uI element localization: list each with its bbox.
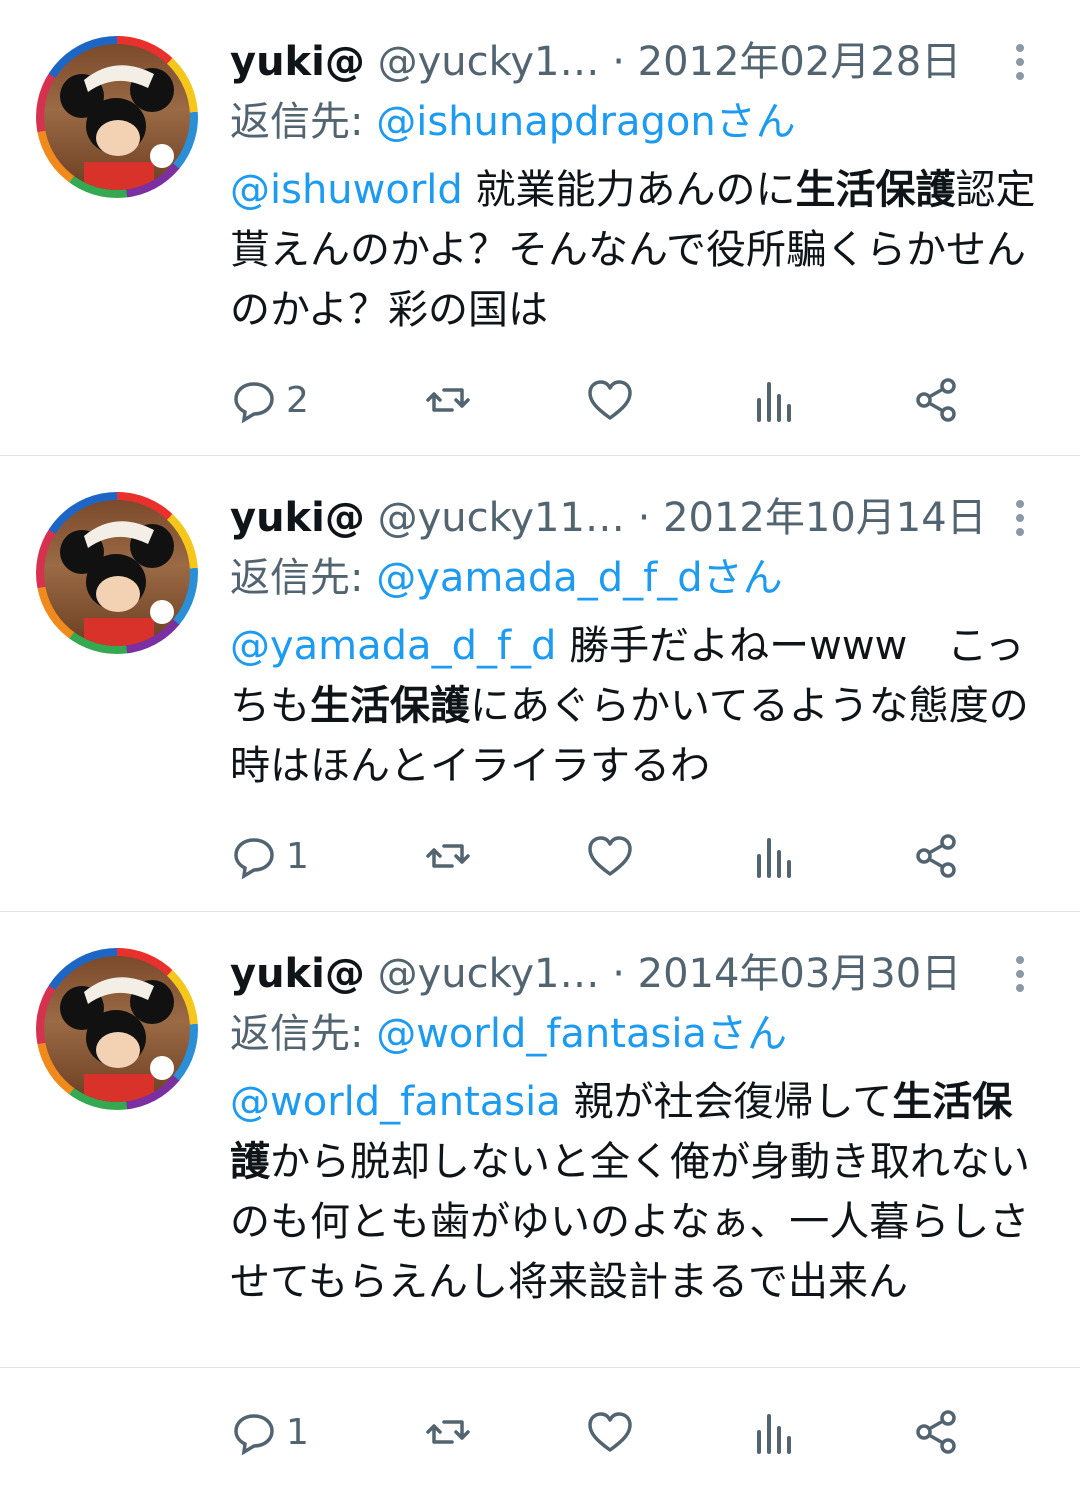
- avatar[interactable]: [36, 948, 198, 1110]
- reply-button[interactable]: 1: [230, 1408, 309, 1456]
- reply-label: 返信先:: [230, 555, 377, 601]
- share-icon: [916, 834, 956, 878]
- tweet-header: yuki@ @yucky11… · 2012年10月14日: [230, 492, 1060, 544]
- reply-icon: [234, 382, 274, 424]
- character-illustration: [60, 65, 174, 190]
- share-icon: [916, 378, 956, 422]
- character-illustration: [60, 977, 174, 1102]
- tweet-text: @ishuworld 就業能力あんのに生活保護認定貰えんのかよ？そんなんで役所騙…: [230, 160, 1045, 340]
- action-bar: 1: [230, 826, 960, 886]
- reply-to-link[interactable]: @ishunapdragonさん: [376, 99, 795, 145]
- tweet-header: yuki@ @yucky1… · 2012年02月28日: [230, 36, 1060, 88]
- reply-count: 2: [286, 379, 309, 421]
- reply-to-link[interactable]: @yamada_d_f_dさん: [376, 555, 782, 601]
- avatar-image: [44, 500, 190, 646]
- retweet-icon: [425, 844, 470, 868]
- avatar[interactable]: [36, 36, 198, 198]
- reply-button[interactable]: 1: [230, 832, 309, 880]
- share-button[interactable]: [912, 1408, 960, 1456]
- reply-label: 返信先:: [230, 1011, 377, 1057]
- keyword-highlight: 生活保護: [310, 683, 470, 729]
- retweet-icon: [425, 388, 470, 412]
- tweet[interactable]: yuki@ @yucky1… · 2012年02月28日 返信先: @ishun…: [0, 0, 1080, 456]
- tweet-date[interactable]: · 2012年10月14日: [638, 495, 987, 541]
- like-icon: [588, 1412, 633, 1452]
- tweet-text-part: 就業能力あんのに: [462, 167, 796, 213]
- tweet-text-part: から脱却しないと全く俺が身動き取れないのも何とも歯がゆいのよなぁ、一人暮らしさせ…: [230, 1139, 1030, 1305]
- user-handle[interactable]: @yucky1…: [378, 39, 600, 85]
- tweet-date[interactable]: · 2014年03月30日: [612, 951, 961, 997]
- retweet-button[interactable]: [424, 832, 472, 880]
- analytics-button[interactable]: [749, 376, 797, 424]
- analytics-button[interactable]: [749, 832, 797, 880]
- user-handle[interactable]: @yucky11…: [378, 495, 625, 541]
- action-bar: 1: [230, 1402, 960, 1462]
- tweet[interactable]: yuki@ @yucky1… · 2014年03月30日 返信先: @world…: [0, 912, 1080, 1456]
- reply-icon: [234, 838, 274, 880]
- mention-link[interactable]: @world_fantasia: [230, 1079, 561, 1125]
- display-name[interactable]: yuki@: [230, 39, 365, 85]
- analytics-icon: [757, 838, 792, 878]
- tweet-date[interactable]: · 2012年02月28日: [612, 39, 961, 85]
- reply-to-line: 返信先: @ishunapdragonさん: [230, 96, 796, 148]
- like-button[interactable]: [586, 376, 634, 424]
- reply-count: 1: [286, 1411, 309, 1453]
- tweet-text: @world_fantasia 親が社会復帰して生活保護から脱却しないと全く俺が…: [230, 1072, 1045, 1312]
- tweet[interactable]: yuki@ @yucky11… · 2012年10月14日 返信先: @yama…: [0, 456, 1080, 912]
- tweet-text: @yamada_d_f_d 勝手だよねーwww こっちも生活保護にあぐらかいてる…: [230, 616, 1045, 796]
- tweet-text-part: 親が社会復帰して: [560, 1079, 893, 1125]
- analytics-icon: [757, 1414, 792, 1454]
- like-button[interactable]: [586, 832, 634, 880]
- user-handle[interactable]: @yucky1…: [378, 951, 600, 997]
- like-button[interactable]: [586, 1408, 634, 1456]
- share-button[interactable]: [912, 832, 960, 880]
- keyword-highlight: 生活保護: [795, 167, 956, 213]
- like-icon: [588, 380, 633, 420]
- more-vertical-icon[interactable]: [1000, 498, 1040, 538]
- reply-count: 1: [286, 835, 309, 877]
- reply-to-line: 返信先: @world_fantasiaさん: [230, 1008, 787, 1060]
- reply-label: 返信先:: [230, 99, 377, 145]
- mention-link[interactable]: @yamada_d_f_d: [230, 623, 556, 669]
- display-name[interactable]: yuki@: [230, 495, 365, 541]
- avatar[interactable]: [36, 492, 198, 654]
- display-name[interactable]: yuki@: [230, 951, 365, 997]
- analytics-button[interactable]: [749, 1408, 797, 1456]
- character-illustration: [60, 521, 174, 646]
- action-bar: 2: [230, 370, 960, 430]
- more-vertical-icon[interactable]: [1000, 954, 1040, 994]
- reply-to-link[interactable]: @world_fantasiaさん: [376, 1011, 787, 1057]
- retweet-button[interactable]: [424, 376, 472, 424]
- more-vertical-icon[interactable]: [1000, 42, 1040, 82]
- retweet-icon: [425, 1420, 470, 1444]
- reply-icon: [234, 1414, 274, 1456]
- share-icon: [916, 1410, 956, 1454]
- retweet-button[interactable]: [424, 1408, 472, 1456]
- reply-to-line: 返信先: @yamada_d_f_dさん: [230, 552, 783, 604]
- analytics-icon: [757, 382, 792, 422]
- mention-link[interactable]: @ishuworld: [230, 167, 463, 213]
- avatar-image: [44, 44, 190, 190]
- like-icon: [588, 836, 633, 876]
- reply-button[interactable]: 2: [230, 376, 309, 424]
- share-button[interactable]: [912, 376, 960, 424]
- tweet-header: yuki@ @yucky1… · 2014年03月30日: [230, 948, 1060, 1000]
- avatar-image: [44, 956, 190, 1102]
